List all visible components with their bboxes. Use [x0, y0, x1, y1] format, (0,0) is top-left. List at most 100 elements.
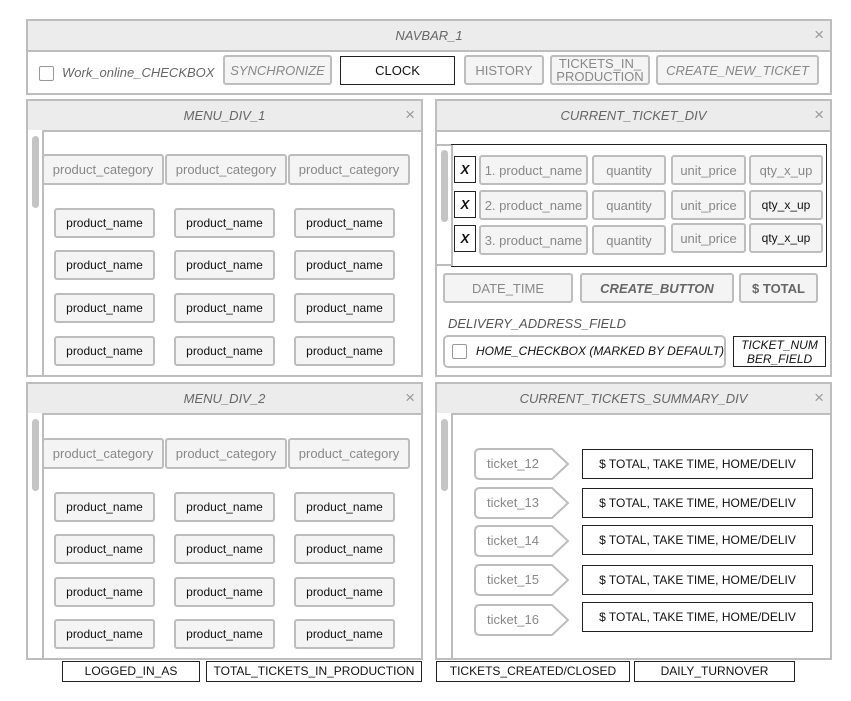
home-checkbox[interactable]: [452, 344, 467, 359]
delivery-address-label: DELIVERY_ADDRESS_FIELD: [448, 316, 626, 331]
summary-titlebar: CURRENT_TICKETS_SUMMARY_DIV ×: [437, 384, 830, 415]
create-button[interactable]: CREATE_BUTTON: [580, 273, 734, 303]
ticket-tag[interactable]: ticket_13: [474, 487, 570, 519]
logged-in-as: LOGGED_IN_AS: [62, 661, 200, 682]
product-button[interactable]: product_name: [174, 619, 275, 649]
product-category-tab[interactable]: product_category: [42, 438, 164, 469]
menu-div-2-title: MENU_DIV_2: [183, 391, 266, 406]
product-category-tab[interactable]: product_category: [288, 154, 410, 185]
summary-title: CURRENT_TICKETS_SUMMARY_DIV: [519, 391, 748, 406]
menu-div-2-titlebar: MENU_DIV_2 ×: [28, 384, 421, 415]
product-button[interactable]: product_name: [294, 336, 395, 366]
product-category-tab[interactable]: product_category: [165, 438, 287, 469]
product-button[interactable]: product_name: [54, 619, 155, 649]
product-button[interactable]: product_name: [294, 619, 395, 649]
synchronize-button[interactable]: SYNCHRONIZE: [223, 55, 332, 85]
line-unit-price-field[interactable]: unit_price: [671, 223, 746, 253]
product-button[interactable]: product_name: [294, 492, 395, 522]
ticket-number-line1: TICKET_NUM: [741, 338, 818, 352]
product-category-tab[interactable]: product_category: [288, 438, 410, 469]
menu-div-1-title: MENU_DIV_1: [183, 108, 266, 123]
product-button[interactable]: product_name: [174, 336, 275, 366]
work-online-label: Work_online_CHECKBOX: [62, 65, 215, 80]
product-button[interactable]: product_name: [294, 577, 395, 607]
total-tickets-in-production: TOTAL_TICKETS_IN_PRODUCTION: [206, 661, 422, 682]
ticket-number-line2: BER_FIELD: [746, 352, 813, 366]
product-button[interactable]: product_name: [54, 336, 155, 366]
ticket-summary-info: $ TOTAL, TAKE TIME, HOME/DELIV: [582, 525, 813, 555]
current-ticket-titlebar: CURRENT_TICKET_DIV ×: [437, 101, 830, 132]
product-button[interactable]: product_name: [174, 492, 275, 522]
line-product-field[interactable]: 1. product_name: [479, 155, 588, 185]
product-button[interactable]: product_name: [174, 250, 275, 280]
product-button[interactable]: product_name: [294, 250, 395, 280]
product-category-tab[interactable]: product_category: [42, 154, 164, 185]
menu-div-1-titlebar: MENU_DIV_1 ×: [28, 101, 421, 132]
close-icon[interactable]: ×: [814, 21, 824, 48]
total-field: $ TOTAL: [739, 273, 818, 303]
close-icon[interactable]: ×: [405, 384, 415, 411]
date-time-field[interactable]: DATE_TIME: [443, 273, 573, 303]
history-button[interactable]: HISTORY: [464, 55, 544, 85]
ticket-tag-label: ticket_15: [486, 572, 540, 587]
line-total-field: qty_x_up: [749, 190, 823, 220]
product-button[interactable]: product_name: [294, 293, 395, 323]
tickets-in-production-line2: PRODUCTION: [556, 69, 644, 84]
line-total-field: qty_x_up: [749, 223, 823, 253]
line-unit-price-field[interactable]: unit_price: [671, 155, 746, 185]
product-button[interactable]: product_name: [54, 492, 155, 522]
scrollbar-thumb[interactable]: [32, 136, 39, 208]
current-ticket-title: CURRENT_TICKET_DIV: [560, 108, 707, 123]
product-button[interactable]: product_name: [54, 250, 155, 280]
clock-button[interactable]: CLOCK: [340, 56, 455, 85]
line-product-field[interactable]: 3. product_name: [479, 225, 588, 255]
product-button[interactable]: product_name: [174, 534, 275, 564]
ticket-summary-info: $ TOTAL, TAKE TIME, HOME/DELIV: [582, 602, 813, 632]
line-unit-price-field[interactable]: unit_price: [671, 190, 746, 220]
product-button[interactable]: product_name: [174, 208, 275, 238]
tickets-in-production-button[interactable]: TICKETS_IN_ PRODUCTION: [550, 55, 650, 85]
work-online-checkbox[interactable]: [39, 66, 54, 81]
product-button[interactable]: product_name: [294, 208, 395, 238]
line-total-field: qty_x_up: [749, 155, 823, 185]
ticket-number-field[interactable]: TICKET_NUM BER_FIELD: [733, 336, 826, 367]
product-button[interactable]: product_name: [54, 293, 155, 323]
scrollbar-thumb[interactable]: [441, 419, 448, 491]
product-button[interactable]: product_name: [54, 208, 155, 238]
line-product-field[interactable]: 2. product_name: [479, 190, 588, 220]
product-button[interactable]: product_name: [294, 534, 395, 564]
create-new-ticket-button[interactable]: CREATE_NEW_TICKET: [656, 55, 819, 85]
ticket-tag[interactable]: ticket_12: [474, 448, 570, 480]
ticket-tag[interactable]: ticket_16: [474, 604, 570, 636]
product-category-tab[interactable]: product_category: [165, 154, 287, 185]
ticket-tag-label: ticket_13: [486, 495, 540, 510]
ticket-summary-info: $ TOTAL, TAKE TIME, HOME/DELIV: [582, 488, 813, 518]
close-icon[interactable]: ×: [814, 384, 824, 411]
remove-line-button[interactable]: X: [454, 225, 476, 252]
product-button[interactable]: product_name: [174, 293, 275, 323]
scrollbar-thumb[interactable]: [32, 419, 39, 491]
remove-line-button[interactable]: X: [454, 156, 476, 183]
tickets-created-closed: TICKETS_CREATED/CLOSED: [436, 661, 630, 682]
product-button[interactable]: product_name: [54, 534, 155, 564]
ticket-tag-label: ticket_16: [486, 612, 540, 627]
line-quantity-field[interactable]: quantity: [592, 225, 666, 255]
remove-line-button[interactable]: X: [454, 191, 476, 218]
ticket-summary-info: $ TOTAL, TAKE TIME, HOME/DELIV: [582, 565, 813, 595]
ticket-tag[interactable]: ticket_15: [474, 564, 570, 596]
product-button[interactable]: product_name: [54, 577, 155, 607]
line-quantity-field[interactable]: quantity: [592, 155, 666, 185]
scrollbar-thumb[interactable]: [441, 150, 448, 222]
product-button[interactable]: product_name: [174, 577, 275, 607]
daily-turnover: DAILY_TURNOVER: [634, 661, 795, 682]
navbar-title: NAVBAR_1: [395, 28, 463, 43]
summary-scrollbar[interactable]: [437, 413, 453, 658]
ticket-summary-info: $ TOTAL, TAKE TIME, HOME/DELIV: [582, 449, 813, 479]
home-checkbox-label: HOME_CHECKBOX (MARKED BY DEFAULT): [476, 344, 725, 358]
line-quantity-field[interactable]: quantity: [592, 190, 666, 220]
close-icon[interactable]: ×: [405, 101, 415, 128]
close-icon[interactable]: ×: [814, 101, 824, 128]
ticket-tag-label: ticket_14: [486, 533, 540, 548]
ticket-tag[interactable]: ticket_14: [474, 525, 570, 557]
ticket-tag-label: ticket_12: [486, 456, 540, 471]
